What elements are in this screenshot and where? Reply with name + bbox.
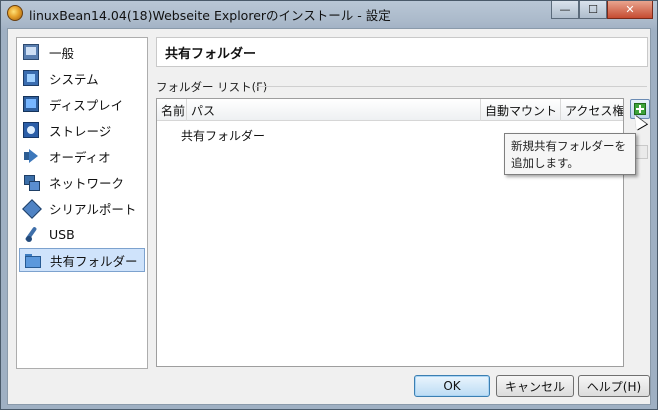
cancel-button[interactable]: キャンセル [496,375,574,397]
page-header: 共有フォルダー [156,37,648,67]
sidebar-item-audio[interactable]: オーディオ [19,144,145,168]
shared-folder-icon [24,252,41,268]
title-bar[interactable]: linuxBean14.04(18)Webseite Explorerのインスト… [1,1,657,27]
group-divider [255,86,647,87]
sidebar-item-usb[interactable]: USB [19,222,145,246]
storage-icon [23,122,39,138]
sidebar-item-storage[interactable]: ストレージ [19,118,145,142]
tooltip-line: 新規共有フォルダーを [511,139,626,153]
sidebar-item-label: オーディオ [49,149,111,165]
window-controls: — ☐ ✕ [551,1,653,19]
sidebar-item-shared-folders[interactable]: 共有フォルダー [19,248,145,272]
sidebar-item-serial-port[interactable]: シリアルポート [19,196,145,220]
column-header-path[interactable]: パス [187,99,481,121]
ok-button[interactable]: OK [414,375,490,397]
sidebar-item-label: システム [49,71,99,87]
help-button[interactable]: ヘルプ(H) [578,375,650,397]
audio-icon [23,148,39,164]
network-icon [23,174,40,191]
general-icon [23,44,39,60]
virtualbox-app-icon [7,5,23,21]
folder-list-label: フォルダー リスト(F) [156,80,268,94]
system-icon [23,70,39,86]
page-title: 共有フォルダー [165,46,257,62]
maximize-button[interactable]: ☐ [579,1,607,19]
sidebar-item-label: 一般 [49,45,75,61]
window-title: linuxBean14.04(18)Webseite Explorerのインスト… [29,8,391,23]
minimize-button[interactable]: — [551,1,579,19]
sidebar-item-general[interactable]: 一般 [19,40,145,64]
sidebar-item-label: ディスプレイ [49,97,124,113]
display-icon [23,96,39,112]
tooltip-line: 追加します。 [511,156,579,170]
sidebar-item-label: シリアルポート [49,201,137,217]
sidebar-item-network[interactable]: ネットワーク [19,170,145,194]
table-header: 名前 パス 自動マウント アクセス権 [157,99,623,121]
usb-icon [23,226,39,242]
sidebar-item-label: USB [49,226,75,242]
sidebar-item-label: 共有フォルダー [50,253,138,269]
sidebar-item-label: ストレージ [49,123,112,139]
add-folder-tooltip: 新規共有フォルダーを 追加します。 [504,133,636,175]
column-header-auto-mount[interactable]: 自動マウント [481,99,561,121]
close-button[interactable]: ✕ [607,1,653,19]
sidebar-item-display[interactable]: ディスプレイ [19,92,145,116]
column-header-name[interactable]: 名前 [157,99,187,121]
serial-port-icon [23,200,39,216]
table-row[interactable]: 共有フォルダー [181,127,265,144]
sidebar-item-label: ネットワーク [49,175,125,191]
column-header-access[interactable]: アクセス権 [561,99,623,121]
sidebar-item-system[interactable]: システム [19,66,145,90]
dialog-client-area: 一般 システム ディスプレイ ストレージ オーディオ ネットワーク シリアルポー… [7,28,651,405]
settings-window: linuxBean14.04(18)Webseite Explorerのインスト… [0,0,658,410]
settings-sidebar: 一般 システム ディスプレイ ストレージ オーディオ ネットワーク シリアルポー… [16,37,148,369]
